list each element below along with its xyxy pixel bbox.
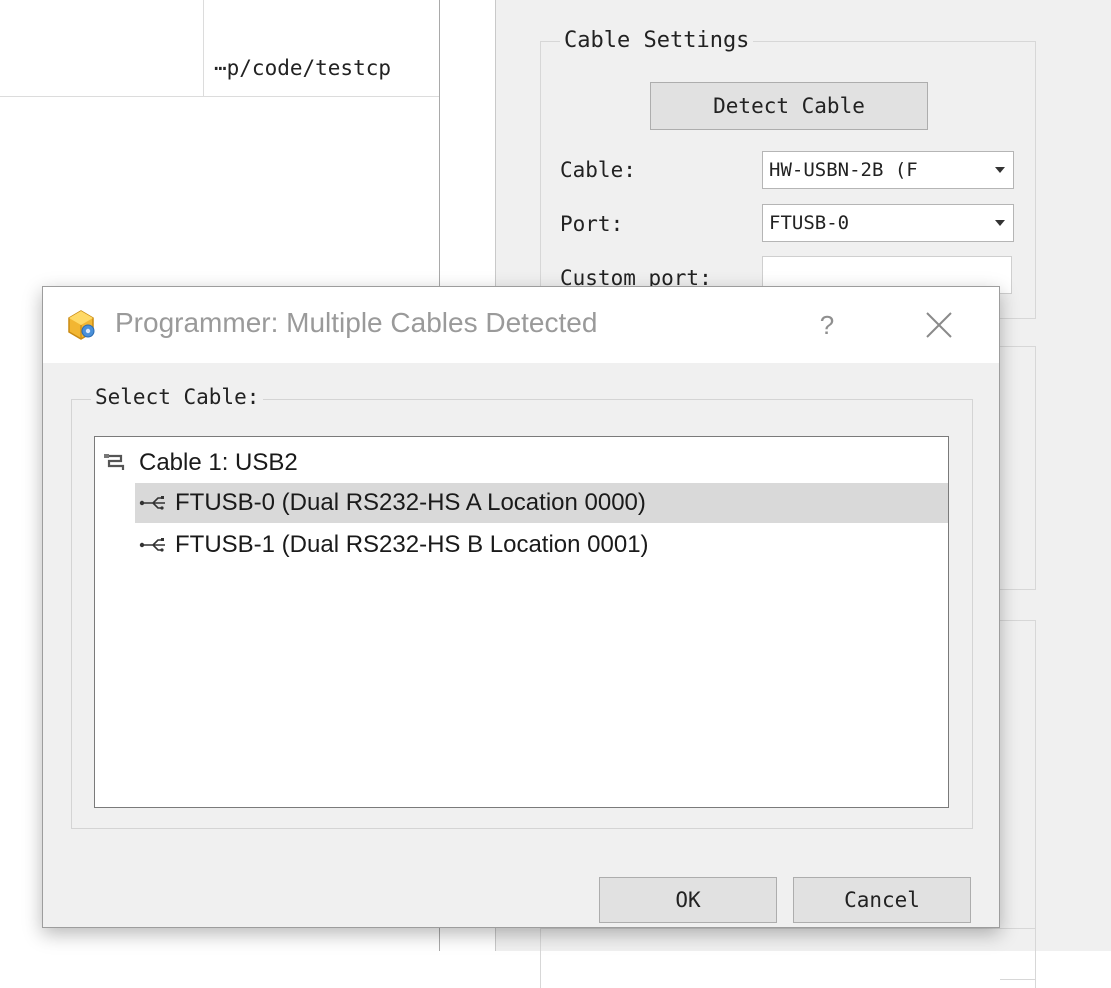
multiple-cables-dialog: Programmer: Multiple Cables Detected ? S… [42,286,1000,928]
cable-tree[interactable]: Cable 1: USB2 FTUSB-0 (Dual RS232-HS A L… [94,436,949,808]
cable-settings-title: Cable Settings [560,28,754,53]
port-select[interactable]: FTUSB-0 [762,204,1014,242]
cable-label: Cable: [560,158,636,182]
cable-select[interactable]: HW-USBN-2B (F [762,151,1014,189]
row-divider [0,96,440,97]
project-path-cell[interactable]: ⋯p/code/testcp [214,56,440,80]
tree-item-label: FTUSB-1 (Dual RS232-HS B Location 0001) [175,531,649,558]
port-label: Port: [560,212,624,236]
dialog-titlebar[interactable]: Programmer: Multiple Cables Detected ? [43,287,999,363]
tree-root-label: Cable 1: USB2 [139,449,298,476]
usb-icon [139,538,165,552]
chevron-down-icon [995,167,1005,173]
chevron-down-icon [995,220,1005,226]
settings-group-3-lower [540,928,1036,988]
port-select-value: FTUSB-0 [769,212,850,234]
tree-item-ftusb-1[interactable]: FTUSB-1 (Dual RS232-HS B Location 0001) [135,525,835,565]
help-button[interactable]: ? [807,303,847,347]
tree-item-ftusb-0[interactable]: FTUSB-0 (Dual RS232-HS A Location 0000) [135,483,948,523]
dialog-title: Programmer: Multiple Cables Detected [115,307,598,338]
settings-group-2 [1000,346,1036,590]
detect-cable-button[interactable]: Detect Cable [650,82,928,130]
cable-select-value: HW-USBN-2B (F [769,159,918,181]
ok-button[interactable]: OK [599,877,777,923]
usb-icon [139,496,165,510]
programmer-app-icon [68,310,95,340]
select-cable-label: Select Cable: [91,385,264,409]
close-icon[interactable] [919,305,959,345]
tree-root-cable-1[interactable]: Cable 1: USB2 [103,443,943,483]
cable-icon [104,454,125,470]
cancel-button[interactable]: Cancel [793,877,971,923]
column-divider [203,0,204,96]
tree-item-label: FTUSB-0 (Dual RS232-HS A Location 0000) [175,489,646,516]
settings-group-3 [1000,620,1036,980]
